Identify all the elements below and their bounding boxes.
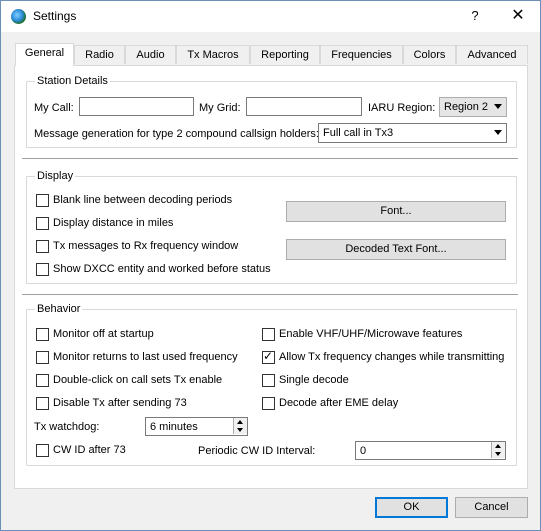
msg-gen-label: Message generation for type 2 compound c… [34, 128, 319, 140]
tx-watchdog-label: Tx watchdog: [34, 421, 100, 433]
allow-tx-freq-label: Allow Tx frequency changes while transmi… [279, 351, 505, 363]
tab-colors[interactable]: Colors [403, 45, 456, 64]
checkbox-box [36, 263, 49, 276]
font-button[interactable]: Font... [286, 201, 506, 222]
checkbox-box [262, 397, 275, 410]
checkbox-box [262, 374, 275, 387]
window-title: Settings [33, 9, 77, 23]
title-bar: Settings ? ✕ [1, 1, 540, 32]
tab-tx-macros[interactable]: Tx Macros [176, 45, 250, 64]
periodic-cw-label: Periodic CW ID Interval: [198, 445, 316, 457]
tab-frequencies[interactable]: Frequencies [320, 45, 403, 64]
tx-watchdog-spinbox[interactable]: 6 minutes [145, 417, 248, 436]
checkbox-box [36, 240, 49, 253]
chevron-down-icon [494, 130, 502, 135]
ok-button[interactable]: OK [375, 497, 448, 518]
iaru-region-select[interactable]: Region 2 [439, 97, 507, 117]
close-button[interactable]: ✕ [506, 5, 530, 27]
dxcc-label: Show DXCC entity and worked before statu… [53, 263, 271, 275]
my-grid-label: My Grid: [199, 102, 241, 114]
checkbox-box [36, 351, 49, 364]
periodic-cw-value: 0 [360, 445, 367, 457]
cancel-button[interactable]: Cancel [455, 497, 528, 518]
display-title: Display [35, 170, 76, 183]
periodic-cw-spinbox[interactable]: 0 [355, 441, 506, 460]
settings-dialog: Settings ? ✕ General Radio Audio Tx Macr… [0, 0, 541, 531]
separator [22, 294, 518, 295]
spin-down-icon[interactable] [491, 450, 505, 458]
monitor-off-label: Monitor off at startup [53, 328, 154, 340]
iaru-region-value: Region 2 [444, 101, 489, 113]
distance-miles-label: Display distance in miles [53, 217, 174, 229]
separator [22, 158, 518, 159]
my-call-input[interactable] [79, 97, 194, 116]
checkbox-box [36, 444, 49, 457]
spin-down-icon[interactable] [233, 426, 247, 434]
tab-reporting[interactable]: Reporting [250, 45, 320, 64]
tab-audio[interactable]: Audio [125, 45, 176, 64]
iaru-region-label: IARU Region: [368, 102, 436, 114]
checkbox-box [36, 194, 49, 207]
enable-vhf-label: Enable VHF/UHF/Microwave features [279, 328, 463, 340]
chevron-down-icon [494, 104, 502, 109]
blank-line-label: Blank line between decoding periods [53, 194, 233, 206]
monitor-returns-label: Monitor returns to last used frequency [53, 351, 238, 363]
my-grid-input[interactable] [246, 97, 362, 116]
help-button[interactable]: ? [463, 5, 487, 27]
tab-advanced[interactable]: Advanced [456, 45, 528, 64]
decoded-text-font-button[interactable]: Decoded Text Font... [286, 239, 506, 260]
msg-gen-value: Full call in Tx3 [323, 127, 394, 139]
checkbox-box [36, 397, 49, 410]
single-decode-label: Single decode [279, 374, 349, 386]
tx-watchdog-value: 6 minutes [150, 421, 198, 433]
checkbox-box [36, 328, 49, 341]
behavior-title: Behavior [35, 303, 83, 316]
tab-general[interactable]: General [15, 43, 74, 66]
check-mark-icon: ✓ [263, 349, 274, 363]
app-globe-icon [11, 9, 26, 24]
disable-tx-label: Disable Tx after sending 73 [53, 397, 187, 409]
checkbox-box [36, 217, 49, 230]
checkbox-box [262, 328, 275, 341]
checkbox-box [36, 374, 49, 387]
msg-gen-select[interactable]: Full call in Tx3 [318, 123, 507, 143]
general-tab-panel: Station Details My Call: My Grid: IARU R… [14, 65, 528, 489]
decode-eme-label: Decode after EME delay [279, 397, 399, 409]
station-details-title: Station Details [35, 75, 110, 88]
tab-radio[interactable]: Radio [74, 45, 125, 64]
my-call-label: My Call: [34, 102, 74, 114]
cw-id-label: CW ID after 73 [53, 444, 126, 456]
double-click-label: Double-click on call sets Tx enable [53, 374, 223, 386]
tx-to-rx-label: Tx messages to Rx frequency window [53, 240, 239, 252]
